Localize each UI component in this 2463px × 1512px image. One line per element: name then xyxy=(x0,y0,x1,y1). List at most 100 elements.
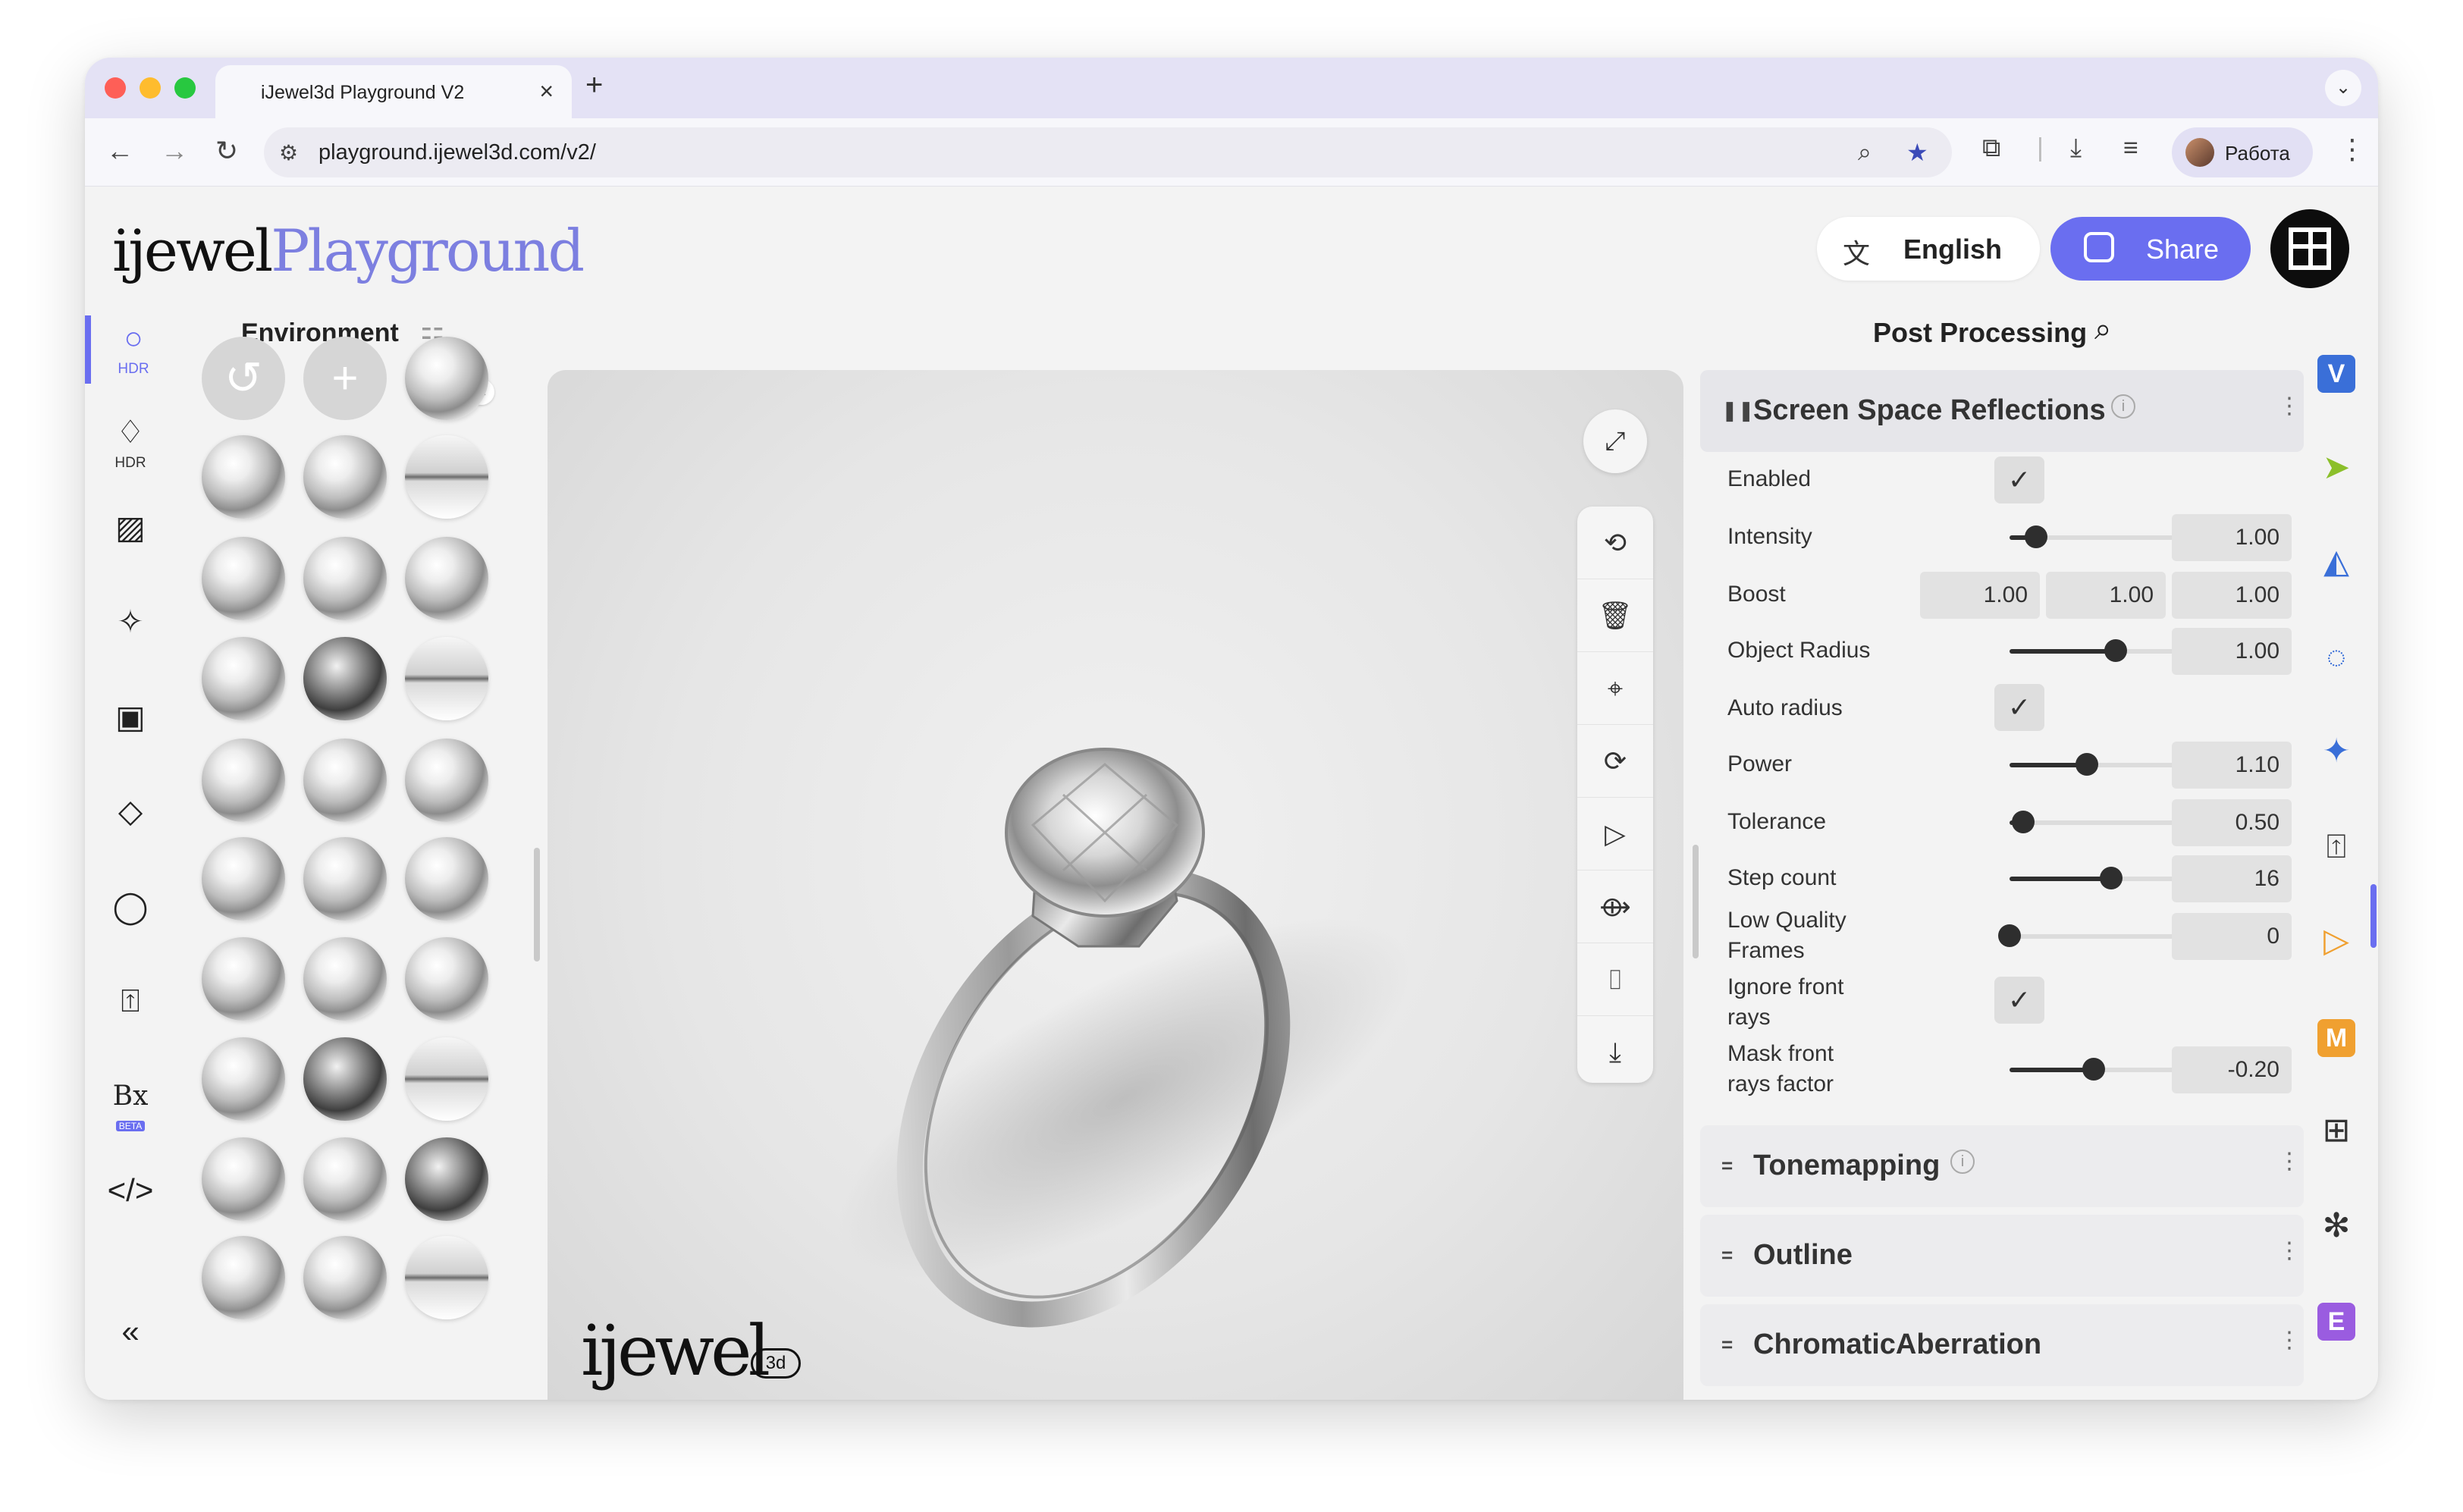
rail-item-plugins[interactable]: ✻ xyxy=(2295,1192,2378,1260)
turntable-button[interactable]: ⟴ xyxy=(1577,870,1653,943)
object-radius-input[interactable]: 1.00 xyxy=(2172,628,2292,675)
chromatic-aberration-section-header[interactable]: = ChromaticAberration ⋮ xyxy=(1700,1304,2304,1386)
environment-thumbnail[interactable] xyxy=(303,637,387,720)
environment-thumbnail[interactable] xyxy=(303,937,387,1021)
rail-item-effects[interactable]: ✧ xyxy=(85,599,176,667)
drag-handle-icon[interactable]: = xyxy=(1721,1154,1733,1178)
rail-item-play[interactable]: ▷ xyxy=(2295,907,2378,975)
new-tab-icon[interactable]: + xyxy=(585,68,603,102)
search-icon[interactable]: ⌕ xyxy=(2094,312,2111,347)
rail-item-m-plugin[interactable]: M xyxy=(2295,1002,2378,1071)
environment-thumbnail[interactable] xyxy=(202,537,285,620)
environment-thumbnail[interactable] xyxy=(405,1236,488,1319)
download-model-button[interactable]: ⤓ xyxy=(1577,1016,1653,1089)
environment-thumbnail[interactable] xyxy=(202,739,285,822)
info-icon[interactable]: i xyxy=(1950,1150,1975,1174)
environment-thumbnail[interactable] xyxy=(405,937,488,1021)
environment-thumbnail[interactable] xyxy=(303,1236,387,1319)
rail-item-e-plugin[interactable]: E xyxy=(2295,1286,2378,1354)
environment-thumbnail[interactable] xyxy=(202,637,285,720)
intensity-slider-thumb[interactable] xyxy=(2025,525,2048,548)
add-environment-button[interactable]: + xyxy=(303,337,387,420)
step-count-input[interactable]: 16 xyxy=(2172,855,2292,902)
3d-viewport[interactable]: ⤢ ⟲ 🗑 ⌖ ⟳ ▷ ⟴ ⌷ ⤓ ijewel 3d xyxy=(548,370,1683,1400)
environment-thumbnail[interactable] xyxy=(303,435,387,519)
rail-item-scene[interactable]: ▣ xyxy=(85,695,176,763)
drag-handle-icon[interactable]: = xyxy=(1721,1333,1733,1357)
rail-item-hdr-environment[interactable]: ○ HDR xyxy=(85,315,176,384)
rail-item-loop[interactable]: ◌ xyxy=(2295,623,2378,692)
environment-thumbnail[interactable] xyxy=(202,837,285,921)
rail-item-shapes[interactable]: ◭ xyxy=(2295,528,2378,596)
fullscreen-button[interactable]: ⤢ xyxy=(1583,409,1647,473)
rail-item-post-processing[interactable]: ✦ xyxy=(2295,717,2378,786)
environment-thumbnail[interactable] xyxy=(405,1137,488,1221)
rotate-view-button[interactable]: ⟲ xyxy=(1577,507,1653,579)
forward-arrow-icon[interactable]: → xyxy=(161,135,188,167)
play-animation-button[interactable]: ▷ xyxy=(1577,798,1653,870)
power-input[interactable]: 1.10 xyxy=(2172,742,2292,789)
address-bar[interactable]: ⚙ playground.ijewel3d.com/v2/ ⌕ ★ xyxy=(264,127,1952,177)
tolerance-slider-thumb[interactable] xyxy=(2011,811,2035,833)
drag-handle-icon[interactable]: ❚❚ xyxy=(1721,399,1755,422)
tab-search-chevron-icon[interactable]: ⌄ xyxy=(2325,70,2361,106)
boost-x-input[interactable]: 1.00 xyxy=(1920,572,2040,619)
rail-item-upload[interactable]: ⍐ xyxy=(2295,813,2378,881)
tab-close-icon[interactable]: × xyxy=(539,77,554,105)
bookmark-star-icon[interactable]: ★ xyxy=(1906,138,1928,167)
environment-thumbnail[interactable] xyxy=(202,1037,285,1121)
language-button[interactable]: 文 English xyxy=(1817,217,2040,281)
environment-thumbnail[interactable] xyxy=(202,1137,285,1221)
environment-thumbnail[interactable] xyxy=(303,837,387,921)
tolerance-input[interactable]: 0.50 xyxy=(2172,799,2292,846)
object-radius-slider-thumb[interactable] xyxy=(2104,639,2128,662)
low-quality-frames-slider-thumb[interactable] xyxy=(1998,924,2021,947)
environment-thumbnail[interactable] xyxy=(405,435,488,519)
environment-thumbnail[interactable] xyxy=(202,937,285,1021)
rail-item-code[interactable]: </> xyxy=(85,1168,176,1236)
step-count-slider-thumb[interactable] xyxy=(2100,867,2123,889)
ssr-section-header[interactable]: ❚❚ Screen Space Reflections i ⋮ xyxy=(1700,370,2304,452)
zoom-icon[interactable]: ⌕ xyxy=(1858,138,1872,167)
viewport-divider-handle[interactable] xyxy=(1693,845,1699,958)
intensity-input[interactable]: 1.00 xyxy=(2172,514,2292,561)
environment-thumbnail[interactable] xyxy=(405,537,488,620)
browser-menu-icon[interactable]: ⋮ xyxy=(2339,133,2366,165)
environment-thumbnail[interactable] xyxy=(405,739,488,822)
info-icon[interactable]: i xyxy=(2111,394,2135,419)
auto-radius-checkbox[interactable]: ✓ xyxy=(1994,684,2044,731)
snapshot-button[interactable]: ⌷ xyxy=(1577,943,1653,1016)
app-logo[interactable]: ijewelPlayground xyxy=(112,217,585,284)
environment-thumbnail[interactable] xyxy=(405,637,488,720)
reload-icon[interactable]: ↻ xyxy=(215,135,238,167)
boost-z-input[interactable]: 1.00 xyxy=(2172,572,2292,619)
environment-scrollbar[interactable] xyxy=(534,848,540,961)
environment-thumbnail[interactable] xyxy=(405,337,488,420)
mask-front-rays-input[interactable]: -0.20 xyxy=(2172,1046,2292,1093)
download-icon[interactable]: ⤓ xyxy=(2070,133,2082,163)
rail-item-picker[interactable]: ➤ xyxy=(2295,434,2378,502)
account-avatar[interactable] xyxy=(2270,209,2349,288)
drag-handle-icon[interactable]: = xyxy=(1721,1244,1733,1267)
ignore-front-rays-checkbox[interactable]: ✓ xyxy=(1994,977,2044,1024)
profile-chip[interactable]: Работа xyxy=(2172,127,2313,177)
environment-thumbnail[interactable] xyxy=(303,739,387,822)
environment-thumbnail[interactable] xyxy=(405,1037,488,1121)
power-slider-thumb[interactable] xyxy=(2076,753,2099,776)
environment-thumbnail[interactable] xyxy=(303,537,387,620)
extensions-icon[interactable]: ⧉ xyxy=(1982,133,2000,163)
environment-thumbnail[interactable] xyxy=(202,435,285,519)
rail-item-hdr-diamond[interactable]: ♢ HDR xyxy=(85,409,176,478)
browser-tab[interactable]: iJewel3d Playground V2 × xyxy=(215,65,572,118)
site-settings-icon[interactable]: ⚙ xyxy=(279,140,298,165)
low-quality-frames-input[interactable]: 0 xyxy=(2172,913,2292,960)
rail-item-export[interactable]: ⍐ xyxy=(85,978,176,1046)
mask-front-rays-slider-thumb[interactable] xyxy=(2082,1058,2105,1081)
rail-item-grid[interactable]: ⊞ xyxy=(2295,1096,2378,1165)
environment-thumbnail[interactable] xyxy=(405,837,488,921)
rail-item-bx[interactable]: Bx BETA xyxy=(85,1074,176,1142)
rail-item-ground[interactable]: ◇ xyxy=(85,789,176,857)
reset-environment-button[interactable]: ↺ xyxy=(202,337,285,420)
focus-button[interactable]: ⌖ xyxy=(1577,652,1653,725)
environment-thumbnail[interactable] xyxy=(202,1236,285,1319)
